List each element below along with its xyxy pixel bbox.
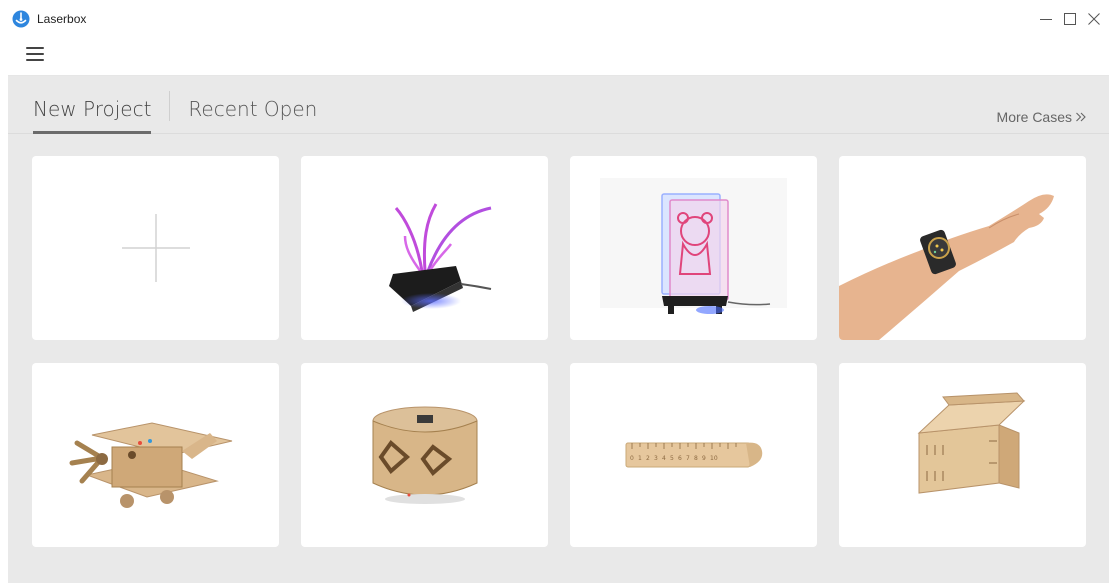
- minimize-icon: [1040, 19, 1052, 20]
- wooden-speaker-box-image: [372, 406, 478, 504]
- app-title: Laserbox: [37, 12, 87, 26]
- app-window: Laserbox New Project Recent Open More Ca…: [8, 6, 1109, 583]
- svg-text:4: 4: [662, 455, 666, 462]
- new-project-card[interactable]: [32, 156, 279, 340]
- maximize-button[interactable]: [1059, 9, 1081, 29]
- svg-text:3: 3: [654, 455, 658, 462]
- close-icon: [1088, 13, 1100, 25]
- maximize-icon: [1064, 13, 1076, 25]
- case-card-wrist-watch[interactable]: [839, 156, 1086, 340]
- svg-text:6: 6: [678, 455, 682, 462]
- tab-divider: [169, 91, 171, 121]
- tab-new-project[interactable]: New Project: [33, 97, 152, 134]
- laserbox-logo-icon: [12, 10, 30, 28]
- svg-text:5: 5: [670, 455, 674, 462]
- svg-text:10: 10: [710, 455, 718, 462]
- svg-text:0: 0: [630, 455, 634, 462]
- case-card-wooden-speaker[interactable]: [301, 363, 548, 547]
- case-card-wooden-airplane[interactable]: [32, 363, 279, 547]
- double-chevron-right-icon: [1076, 112, 1086, 122]
- case-card-wooden-box[interactable]: [839, 363, 1086, 547]
- wrist-watch-image: [839, 194, 1054, 340]
- menu-bar: [8, 32, 1109, 76]
- more-cases-label: More Cases: [996, 109, 1072, 125]
- close-button[interactable]: [1083, 9, 1105, 29]
- window-controls: [1035, 9, 1105, 29]
- svg-text:2: 2: [646, 455, 650, 462]
- minimize-button[interactable]: [1035, 9, 1057, 29]
- svg-text:9: 9: [702, 455, 706, 462]
- project-tabs: New Project Recent Open More Cases: [8, 76, 1109, 134]
- svg-text:1: 1: [638, 455, 642, 462]
- wooden-airplane-image: [69, 422, 233, 508]
- title-bar: Laserbox: [8, 6, 1109, 32]
- case-card-bear-lamp[interactable]: [570, 156, 817, 340]
- plus-icon: [121, 214, 190, 282]
- svg-text:7: 7: [686, 455, 690, 462]
- more-cases-link[interactable]: More Cases: [997, 109, 1087, 125]
- project-grid: 0123 4567 8 9 10: [32, 156, 1086, 547]
- wooden-box-image: [917, 392, 1026, 494]
- bear-acrylic-lamp-image: [600, 178, 787, 314]
- tab-recent-open[interactable]: Recent Open: [188, 97, 317, 133]
- wooden-ruler-image: 0123 4567 8 9 10: [625, 442, 763, 468]
- svg-text:8: 8: [694, 455, 698, 462]
- case-card-acrylic-lamp[interactable]: [301, 156, 548, 340]
- hamburger-icon[interactable]: [26, 46, 44, 62]
- acrylic-lamp-image: [389, 203, 492, 312]
- case-card-wooden-ruler[interactable]: 0123 4567 8 9 10: [570, 363, 817, 547]
- main-content: New Project Recent Open More Cases 0 1 2…: [8, 76, 1109, 583]
